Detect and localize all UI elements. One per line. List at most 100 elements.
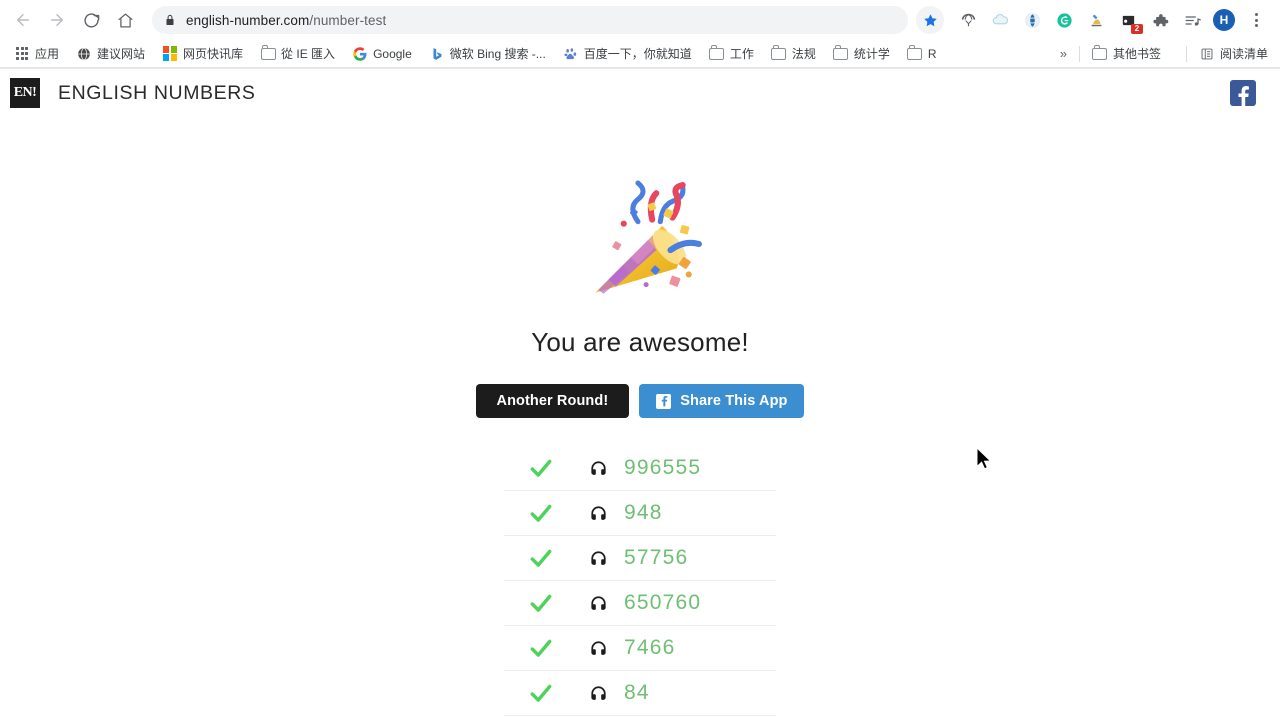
home-button[interactable] xyxy=(110,5,140,35)
bookmark-label: 微软 Bing 搜索 -... xyxy=(449,47,546,61)
brand[interactable]: EN! ENGLISH NUMBERS xyxy=(10,78,256,108)
facebook-page-link[interactable] xyxy=(1230,80,1256,106)
bookmark-apps[interactable]: 应用 xyxy=(12,43,61,65)
table-row: 57756 xyxy=(504,536,776,581)
result-number: 996555 xyxy=(624,456,702,479)
table-row: 84 xyxy=(504,671,776,716)
folder-icon xyxy=(907,45,923,62)
bookmark-label: Google xyxy=(373,46,412,61)
site-header: EN! ENGLISH NUMBERS xyxy=(0,69,1280,117)
bookmark-label: 法规 xyxy=(791,47,816,61)
folder-icon xyxy=(1092,45,1108,62)
reading-list-icon xyxy=(1199,46,1215,62)
headphones-icon[interactable] xyxy=(578,459,618,478)
bookmark-work[interactable]: 工作 xyxy=(707,43,756,65)
downloads-extension-icon[interactable]: 2 xyxy=(1114,6,1143,34)
bookmark-label: 從 IE 匯入 xyxy=(281,47,336,61)
address-bar[interactable]: english-number.com/number-test xyxy=(152,6,908,34)
page-content: EN! ENGLISH NUMBERS You are awesome! Ano… xyxy=(0,69,1280,719)
kebab-menu-icon xyxy=(1254,13,1258,27)
reload-button[interactable] xyxy=(76,5,106,35)
result-number: 7466 xyxy=(624,636,676,659)
browser-chrome: english-number.com/number-test 2 H 应用 建议… xyxy=(0,0,1280,69)
globe-extension-icon[interactable] xyxy=(1018,6,1046,34)
bookmark-star-icon[interactable] xyxy=(916,6,944,34)
bookmark-r[interactable]: R xyxy=(905,43,939,65)
share-button-label: Share This App xyxy=(680,393,788,409)
result-area: You are awesome! Another Round! Share Th… xyxy=(0,117,1280,716)
bookmark-webslice-gallery[interactable]: 网页快讯库 xyxy=(160,43,245,65)
bookmark-suggested-sites[interactable]: 建议网站 xyxy=(74,43,147,65)
table-row: 996555 xyxy=(504,446,776,491)
lock-icon xyxy=(164,14,176,26)
headphones-icon[interactable] xyxy=(578,549,618,568)
another-round-button[interactable]: Another Round! xyxy=(475,384,630,418)
extensions-puzzle-icon[interactable] xyxy=(1146,6,1174,34)
table-row: 948 xyxy=(504,491,776,536)
profile-avatar[interactable]: H xyxy=(1210,6,1238,34)
bookmark-regulations[interactable]: 法规 xyxy=(769,43,818,65)
chrome-menu-button[interactable] xyxy=(1242,6,1270,34)
reading-list-label: 阅读清单 xyxy=(1219,47,1268,61)
microsoft-icon xyxy=(162,46,178,62)
bookmark-ie-import[interactable]: 從 IE 匯入 xyxy=(258,43,337,65)
back-button[interactable] xyxy=(8,5,38,35)
result-number: 650760 xyxy=(624,591,702,614)
bing-icon xyxy=(429,46,445,62)
facebook-icon xyxy=(1238,86,1249,106)
check-icon xyxy=(504,455,578,481)
folder-icon xyxy=(709,45,725,62)
site-logo: EN! xyxy=(10,78,40,108)
check-icon xyxy=(504,545,578,571)
bookmarks-divider-2 xyxy=(1185,45,1187,62)
bookmark-label: 应用 xyxy=(35,47,60,61)
bookmark-label: R xyxy=(927,46,937,61)
check-icon xyxy=(504,635,578,661)
url-path: /number-test xyxy=(309,12,387,28)
result-number: 57756 xyxy=(624,546,689,569)
results-list: 996555 948 57756 650760 7466 84 xyxy=(504,446,776,716)
forward-button[interactable] xyxy=(42,5,72,35)
microscope-extension-icon[interactable] xyxy=(1082,6,1110,34)
page-title: ENGLISH NUMBERS xyxy=(58,81,256,104)
bookmark-google[interactable]: Google xyxy=(350,43,414,65)
bookmark-baidu[interactable]: 百度一下，你就知道 xyxy=(561,43,694,65)
cloud-extension-icon[interactable] xyxy=(986,6,1014,34)
headline: You are awesome! xyxy=(531,327,749,357)
headphones-icon[interactable] xyxy=(578,594,618,613)
facebook-icon xyxy=(656,393,672,409)
bookmark-bing[interactable]: 微软 Bing 搜索 -... xyxy=(427,43,548,65)
parachute-extension-icon[interactable] xyxy=(954,6,982,34)
avatar: H xyxy=(1213,9,1235,31)
reading-list-button[interactable]: 阅读清单 xyxy=(1197,43,1270,65)
baidu-icon xyxy=(563,46,579,62)
media-list-icon[interactable] xyxy=(1178,6,1206,34)
table-row: 7466 xyxy=(504,626,776,671)
bookmark-label: 网页快讯库 xyxy=(183,47,244,61)
headphones-icon[interactable] xyxy=(578,684,618,703)
url-text: english-number.com/number-test xyxy=(186,13,386,28)
bookmarks-overflow-icon[interactable]: » xyxy=(1060,46,1067,61)
folder-icon xyxy=(771,45,787,62)
check-icon xyxy=(504,680,578,706)
bookmarks-bar: 应用 建议网站 网页快讯库 從 IE 匯入 Google 微软 Bing 搜索 … xyxy=(0,40,1280,68)
bookmark-other-bookmarks[interactable]: 其他书签 xyxy=(1090,43,1163,65)
google-icon xyxy=(352,46,368,62)
table-row: 650760 xyxy=(504,581,776,626)
share-this-app-button[interactable]: Share This App xyxy=(639,384,805,418)
downloads-badge: 2 xyxy=(1131,24,1143,34)
toolbar-icons: 2 H xyxy=(914,6,1272,34)
bookmark-label: 统计学 xyxy=(853,47,890,61)
globe-icon xyxy=(76,46,92,62)
folder-icon xyxy=(833,45,849,62)
result-number: 948 xyxy=(624,501,663,524)
bookmark-label: 工作 xyxy=(729,47,754,61)
url-domain: english-number.com xyxy=(186,12,310,28)
check-icon xyxy=(504,590,578,616)
party-popper-emoji xyxy=(595,180,702,294)
bookmark-statistics[interactable]: 统计学 xyxy=(831,43,892,65)
headphones-icon[interactable] xyxy=(578,639,618,658)
headphones-icon[interactable] xyxy=(578,504,618,523)
apps-grid-icon xyxy=(14,46,30,62)
grammarly-extension-icon[interactable] xyxy=(1050,6,1078,34)
